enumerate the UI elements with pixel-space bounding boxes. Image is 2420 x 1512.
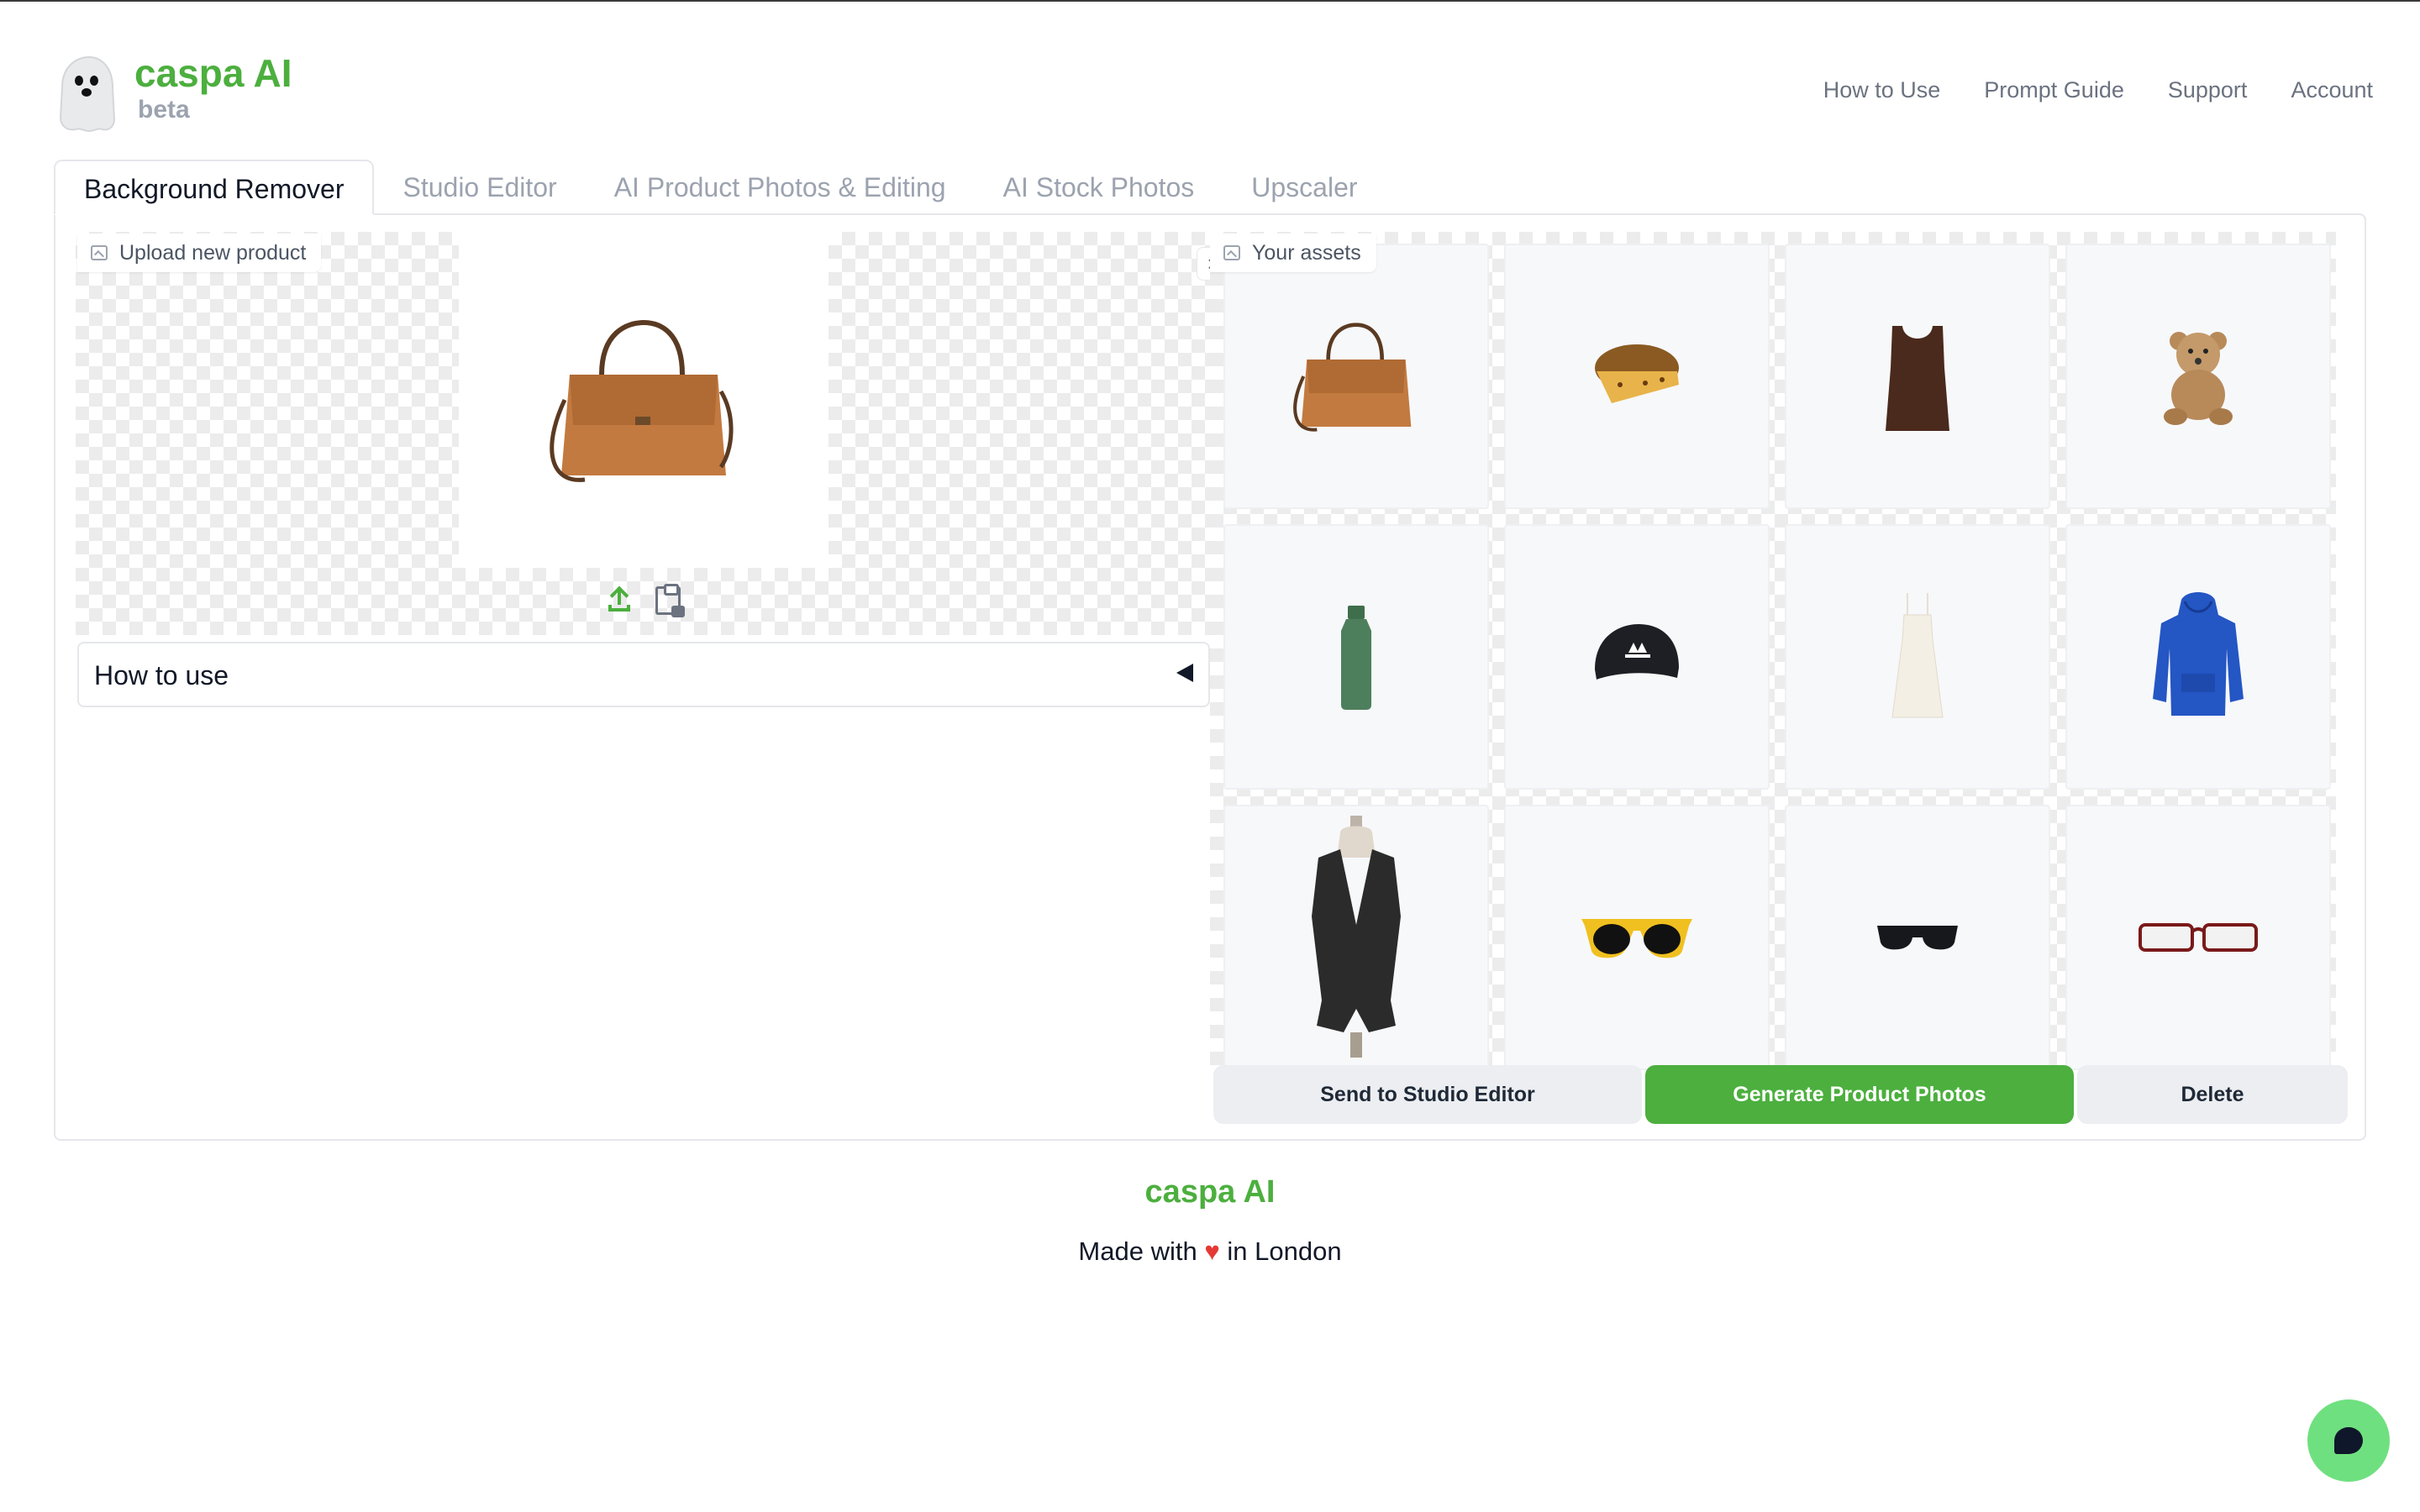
teddy-bear-icon	[2164, 332, 2233, 425]
footer-brand: caspa AI	[1144, 1174, 1276, 1210]
nav-how-to-use[interactable]: How to Use	[1823, 77, 1941, 103]
upload-dropzone[interactable]: Upload new product	[76, 232, 1210, 635]
main-panel: Upload new product × How to use Your ass…	[54, 213, 2366, 1141]
chat-bubble-icon	[2334, 1427, 2363, 1454]
nav-prompt-guide[interactable]: Prompt Guide	[1984, 77, 2124, 103]
slip-dress-icon	[1891, 593, 1944, 718]
chat-launcher-button[interactable]	[2307, 1399, 2390, 1482]
top-nav: How to Use Prompt Guide Support Account	[1823, 77, 2373, 103]
red-glasses-icon	[2139, 923, 2258, 952]
asset-baseball-cap[interactable]	[1504, 524, 1770, 790]
tab-background-remover[interactable]: Background Remover	[54, 160, 375, 215]
baseball-cap-icon	[1595, 624, 1679, 680]
heart-icon: ♥	[1204, 1236, 1220, 1266]
asset-slip-dress[interactable]	[1785, 524, 2050, 790]
how-to-use-label: How to use	[94, 660, 229, 690]
asset-yellow-sunglasses[interactable]	[1504, 805, 1770, 1070]
asset-actions: Send to Studio Editor Generate Product P…	[1213, 1065, 2348, 1124]
nav-support[interactable]: Support	[2168, 77, 2248, 103]
asset-black-vest[interactable]	[1223, 805, 1489, 1070]
black-sunglasses-icon	[1877, 926, 1958, 950]
blue-hoodie-icon	[2153, 592, 2244, 716]
yellow-sunglasses-icon	[1581, 919, 1692, 958]
upload-actions	[76, 584, 1210, 617]
logo[interactable]: caspa AI beta	[54, 54, 292, 134]
your-assets-header: Your assets	[1210, 234, 1376, 272]
product-preview	[459, 232, 829, 568]
made-with-suffix: in London	[1227, 1236, 1342, 1266]
assets-grid	[1223, 244, 2331, 1070]
black-vest-icon	[1312, 816, 1401, 1058]
your-assets-label: Your assets	[1252, 240, 1361, 265]
tab-ai-product-photos[interactable]: AI Product Photos & Editing	[586, 160, 975, 215]
asset-red-glasses[interactable]	[2065, 805, 2331, 1070]
how-to-use-accordion[interactable]: How to use	[77, 642, 1210, 707]
delete-button[interactable]: Delete	[2077, 1065, 2348, 1124]
made-with-prefix: Made with	[1078, 1236, 1197, 1266]
image-icon	[91, 245, 108, 260]
send-to-studio-editor-button[interactable]: Send to Studio Editor	[1213, 1065, 1642, 1124]
upload-icon[interactable]	[605, 585, 634, 613]
tab-studio-editor[interactable]: Studio Editor	[374, 160, 585, 215]
asset-tank-top[interactable]	[1785, 244, 2050, 509]
brand-name: caspa AI	[134, 51, 292, 95]
paste-clipboard-icon[interactable]	[655, 584, 685, 617]
tab-ai-stock-photos[interactable]: AI Stock Photos	[975, 160, 1223, 215]
upload-new-product-button[interactable]: Upload new product	[77, 234, 322, 272]
asset-teddy-bear[interactable]	[2065, 244, 2331, 509]
footer-made-with: Made with ♥ in London	[0, 1236, 2420, 1267]
nav-account[interactable]: Account	[2291, 77, 2373, 103]
header: caspa AI beta How to Use Prompt Guide Su…	[54, 54, 2373, 138]
asset-black-sunglasses[interactable]	[1785, 805, 2050, 1070]
image-icon	[1223, 245, 1240, 260]
window-top-border	[0, 0, 2420, 2]
caret-left-icon	[1176, 664, 1193, 682]
asset-handbag[interactable]	[1223, 244, 1489, 509]
beta-tag: beta	[138, 96, 190, 123]
tab-bar: Background Remover Studio Editor AI Prod…	[54, 160, 1386, 215]
upload-label: Upload new product	[119, 240, 307, 265]
handbag-preview-image	[550, 319, 734, 482]
water-bottle-icon	[1341, 606, 1371, 710]
assets-panel: Your assets	[1210, 232, 2336, 1072]
handbag-icon	[1293, 323, 1412, 432]
asset-panettone[interactable]	[1504, 244, 1770, 509]
asset-water-bottle[interactable]	[1223, 524, 1489, 790]
ghost-logo-icon	[59, 55, 116, 133]
tank-top-icon	[1886, 326, 1949, 431]
generate-product-photos-button[interactable]: Generate Product Photos	[1645, 1065, 2074, 1124]
panettone-icon	[1595, 344, 1679, 403]
tab-upscaler[interactable]: Upscaler	[1223, 160, 1386, 215]
asset-blue-hoodie[interactable]	[2065, 524, 2331, 790]
